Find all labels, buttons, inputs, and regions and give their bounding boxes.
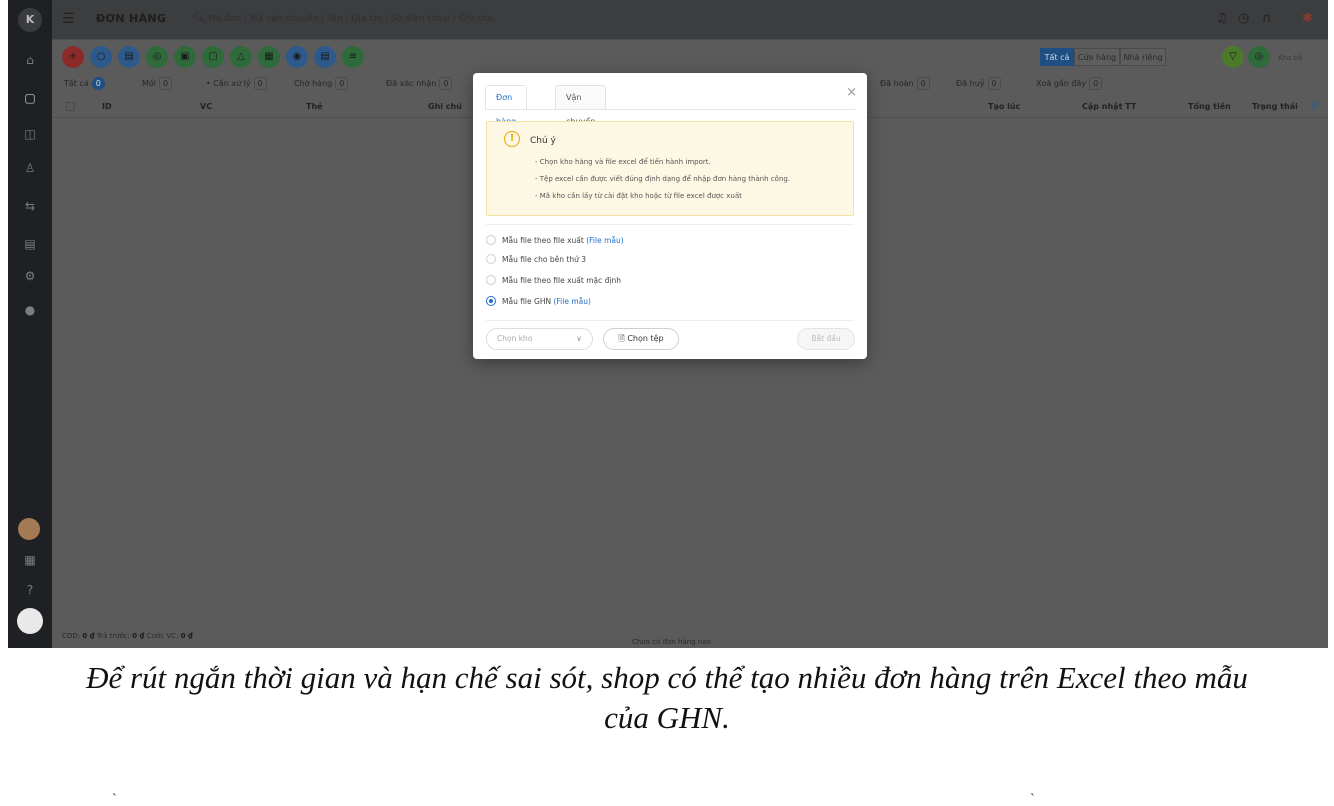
warning-icon: ! xyxy=(504,131,520,147)
divider xyxy=(486,224,854,225)
filter-recently-deleted[interactable]: Xoá gần đây 0 xyxy=(1032,76,1106,92)
radio-button[interactable] xyxy=(486,275,496,285)
warehouse-select[interactable]: Chọn kho ∨ xyxy=(486,328,593,350)
toolbar-action-10-icon[interactable]: ≡ xyxy=(342,46,364,68)
column-total[interactable]: Tổng tiền xyxy=(1188,102,1231,111)
toolbar-action-5-icon[interactable]: ▢ xyxy=(202,46,224,68)
notice-alert: ! Chú ý - Chọn kho hàng và file excel để… xyxy=(486,121,854,216)
filter-cancelled[interactable]: Đã huỷ 0 xyxy=(952,76,1005,92)
globe-icon[interactable]: ● xyxy=(20,300,40,320)
radio-button[interactable] xyxy=(486,235,496,245)
caption: Để rút ngắn thời gian và hạn chế sai sót… xyxy=(0,658,1334,738)
cropped-text-fragment: ` xyxy=(1030,792,1035,806)
toolbar-action-8-icon[interactable]: ◉ xyxy=(286,46,308,68)
tab-divider xyxy=(485,109,855,110)
cart-icon[interactable]: ⌂ xyxy=(20,50,40,70)
column-tags[interactable]: Thẻ xyxy=(306,102,323,111)
alert-line: - Chọn kho hàng và file excel để tiến hà… xyxy=(535,158,711,166)
clock-icon[interactable]: ◷ xyxy=(1238,11,1249,26)
toolbar-right-1-icon[interactable]: ▽ xyxy=(1222,46,1244,68)
toolbar-action-7-icon[interactable]: ▦ xyxy=(258,46,280,68)
cropped-text-fragment: ` xyxy=(112,792,117,806)
option-export-template[interactable]: Mẫu file theo file xuất (File mẫu) xyxy=(486,234,624,248)
filter-new[interactable]: Mới 0 xyxy=(138,76,176,92)
choose-file-button[interactable]: 🗎︎ Chọn tệp xyxy=(603,328,679,350)
option-default-export-template[interactable]: Mẫu file theo file xuất mặc định xyxy=(486,274,621,288)
alert-title: Chú ý xyxy=(530,136,556,146)
select-all-checkbox[interactable] xyxy=(66,102,75,111)
bell-icon[interactable]: ♫ xyxy=(1216,11,1228,26)
radio-button[interactable] xyxy=(486,254,496,264)
column-updated[interactable]: Cập nhật TT xyxy=(1082,102,1136,111)
settings-icon[interactable]: ⚙ xyxy=(20,266,40,286)
chevron-down-icon: ∨ xyxy=(576,334,582,343)
notification-icon[interactable]: ✱ xyxy=(1302,11,1313,26)
help-icon[interactable]: ? xyxy=(20,580,40,600)
logo-icon[interactable]: K xyxy=(18,8,42,32)
toolbar: + ○ ▤ ◎ ▣ ▢ △ ▦ ◉ ▤ ≡ Tất cả Cửa hàng Nh… xyxy=(52,40,1328,74)
order-totals: COD: 0 ₫ Trả trước: 0 ₫ Cước VC: 0 ₫ xyxy=(62,632,193,640)
warehouse-filter[interactable]: Kho bộ xyxy=(1278,54,1302,62)
add-order-icon[interactable]: + xyxy=(62,46,84,68)
caption-line: của GHN. xyxy=(604,700,730,735)
segment-all[interactable]: Tất cả xyxy=(1040,48,1074,66)
radio-button-checked[interactable] xyxy=(486,296,496,306)
sample-file-link[interactable]: (File mẫu) xyxy=(553,297,590,306)
option-third-party-template[interactable]: Mẫu file cho bên thứ 3 xyxy=(486,253,586,267)
segment-home[interactable]: Nhà riêng xyxy=(1120,48,1166,66)
start-button[interactable]: Bắt đầu xyxy=(797,328,855,350)
column-vc[interactable]: VC xyxy=(200,102,212,111)
toolbar-action-3-icon[interactable]: ◎ xyxy=(146,46,168,68)
caption-line: Để rút ngắn thời gian và hạn chế sai sót… xyxy=(86,660,1248,695)
close-icon[interactable]: × xyxy=(846,85,857,100)
report-icon[interactable]: ▤ xyxy=(20,234,40,254)
app-screenshot: K ⌂ ▢ ◫ ♙ ⇆ ▤ ⚙ ● ▦ ? ☰ ĐƠN HÀNG 🔍︎ ♫ ◷ … xyxy=(8,0,1328,648)
choose-file-label: Chọn tệp xyxy=(627,334,664,343)
toolbar-action-4-icon[interactable]: ▣ xyxy=(174,46,196,68)
toolbar-action-2-icon[interactable]: ▤ xyxy=(118,46,140,68)
option-ghn-template[interactable]: Mẫu file GHN (File mẫu) xyxy=(486,295,591,309)
menu-icon[interactable]: ☰ xyxy=(62,11,75,27)
filter-pending[interactable]: • Cần xử lý 0 xyxy=(202,76,271,92)
filter-waiting[interactable]: Chờ hàng 0 xyxy=(290,76,352,92)
filter-returned[interactable]: Đã hoàn 0 xyxy=(876,76,934,92)
column-notes[interactable]: Ghi chú xyxy=(428,102,462,111)
import-modal: Đơn hàng Vận chuyển × ! Chú ý - Chọn kho… xyxy=(473,73,867,359)
column-status[interactable]: Trạng thái xyxy=(1252,102,1298,111)
avatar[interactable] xyxy=(18,518,40,540)
file-icon: 🗎︎ xyxy=(618,334,625,343)
search-icon: 🔍︎ xyxy=(192,11,206,24)
toolbar-right-2-icon[interactable]: ◎ xyxy=(1248,46,1270,68)
transfer-icon[interactable]: ⇆ xyxy=(20,196,40,216)
column-settings-icon[interactable]: ⚙ xyxy=(1310,99,1320,112)
toolbar-action-6-icon[interactable]: △ xyxy=(230,46,252,68)
empty-state-text: Chưa có đơn hàng nào xyxy=(632,638,711,646)
search-input[interactable] xyxy=(208,10,628,28)
divider xyxy=(486,320,854,321)
alert-line: - Tệp excel cần được viết đúng định dạng… xyxy=(535,175,791,183)
tab-orders[interactable]: Đơn hàng xyxy=(485,85,528,126)
sample-file-link[interactable]: (File mẫu) xyxy=(586,236,623,245)
headset-icon[interactable]: ∩ xyxy=(1262,11,1272,26)
top-bar: ☰ ĐƠN HÀNG 🔍︎ ♫ ◷ ∩ ✱ xyxy=(52,0,1328,40)
users-icon[interactable]: ♙ xyxy=(20,158,40,178)
toolbar-action-9-icon[interactable]: ▤ xyxy=(314,46,336,68)
box-icon[interactable]: ◫ xyxy=(20,124,40,144)
column-created[interactable]: Tạo lúc xyxy=(988,102,1020,111)
tab-shipping[interactable]: Vận chuyển xyxy=(555,85,607,126)
filter-confirmed[interactable]: Đã xác nhận 0 xyxy=(382,76,456,92)
grid-icon[interactable]: ▦ xyxy=(20,550,40,570)
segment-store[interactable]: Cửa hàng xyxy=(1074,48,1120,66)
footer-summary: COD: 0 ₫ Trả trước: 0 ₫ Cước VC: 0 ₫ Chư… xyxy=(52,624,1328,648)
column-id[interactable]: ID xyxy=(102,102,112,111)
cropped-next-line: ` ` xyxy=(0,790,1334,806)
sidebar: K ⌂ ▢ ◫ ♙ ⇆ ▤ ⚙ ● ▦ ? xyxy=(8,0,52,648)
filter-all[interactable]: Tất cả 0 xyxy=(60,76,109,92)
orders-icon[interactable]: ▢ xyxy=(20,88,40,108)
select-placeholder: Chọn kho xyxy=(497,334,533,343)
profile-icon[interactable] xyxy=(17,608,43,634)
alert-line: - Mã kho cần lấy từ cài đặt kho hoặc từ … xyxy=(535,192,742,200)
toolbar-action-1-icon[interactable]: ○ xyxy=(90,46,112,68)
page-title: ĐƠN HÀNG xyxy=(96,12,167,25)
